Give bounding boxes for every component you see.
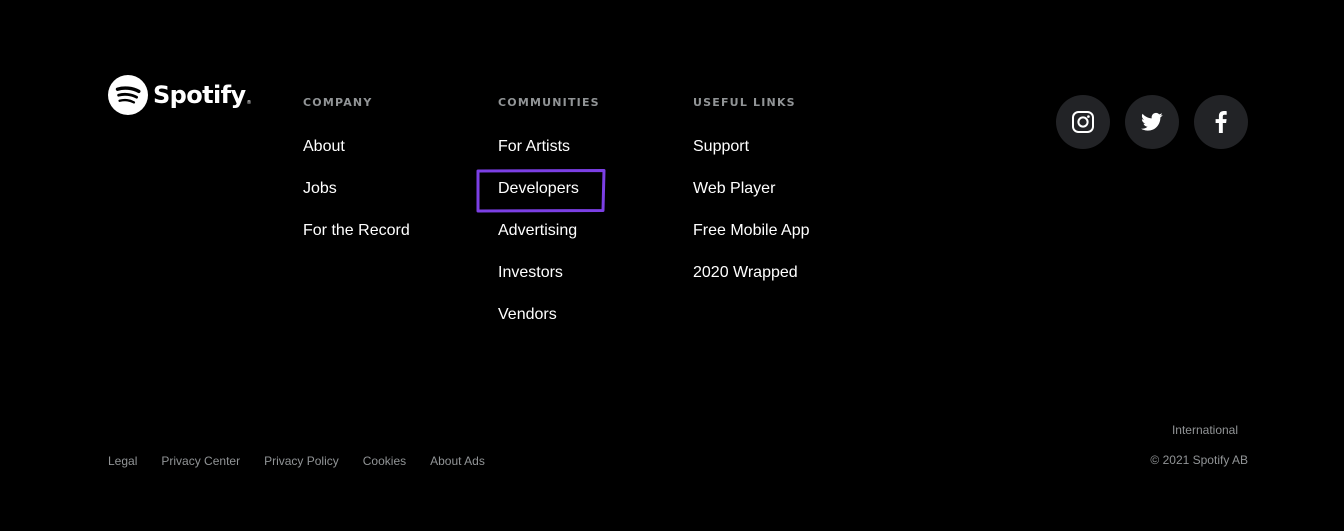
legal-links: Legal Privacy Center Privacy Policy Cook…: [108, 452, 509, 470]
useful-links-list: Support Web Player Free Mobile App 2020 …: [693, 137, 810, 305]
legal-link[interactable]: Legal: [108, 452, 137, 470]
country-selector-link[interactable]: International: [1172, 421, 1238, 439]
company-links: About Jobs For the Record: [303, 137, 410, 263]
free-mobile-app-link[interactable]: Free Mobile App: [693, 222, 810, 239]
vendors-link[interactable]: Vendors: [498, 306, 557, 323]
privacy-policy-link[interactable]: Privacy Policy: [264, 452, 339, 470]
company-heading: COMPANY: [303, 96, 373, 109]
communities-link-item: Advertising: [498, 221, 600, 263]
for-the-record-link[interactable]: For the Record: [303, 222, 410, 239]
privacy-center-link[interactable]: Privacy Center: [161, 452, 240, 470]
communities-link-item: Investors: [498, 263, 600, 305]
communities-heading: COMMUNITIES: [498, 96, 600, 109]
developers-link[interactable]: Developers: [498, 180, 579, 197]
about-link[interactable]: About: [303, 138, 345, 155]
twitter-button[interactable]: [1125, 95, 1179, 149]
twitter-icon: [1141, 112, 1163, 131]
for-artists-link[interactable]: For Artists: [498, 138, 570, 155]
useful-links-heading: USEFUL LINKS: [693, 96, 796, 109]
useful-link-item: Free Mobile App: [693, 221, 810, 263]
instagram-button[interactable]: [1056, 95, 1110, 149]
communities-links: For Artists Developers Advertising Inves…: [498, 137, 600, 347]
facebook-button[interactable]: [1194, 95, 1248, 149]
cookies-link[interactable]: Cookies: [363, 452, 406, 470]
company-column: COMPANY About Jobs For the Record: [303, 97, 410, 263]
communities-link-item: Vendors: [498, 305, 600, 347]
support-link[interactable]: Support: [693, 138, 749, 155]
company-link-item: Jobs: [303, 179, 410, 221]
spotify-logo-icon: [108, 75, 148, 115]
site-footer: Spotify® COMPANY About Jobs For the Reco…: [0, 0, 1344, 531]
communities-link-item: Developers: [498, 179, 600, 221]
useful-link-item: Support: [693, 137, 810, 179]
advertising-link[interactable]: Advertising: [498, 222, 577, 239]
investors-link[interactable]: Investors: [498, 264, 563, 281]
useful-links-column: USEFUL LINKS Support Web Player Free Mob…: [693, 97, 810, 305]
spotify-wordmark: Spotify®: [153, 81, 252, 109]
web-player-link[interactable]: Web Player: [693, 180, 775, 197]
instagram-icon: [1072, 111, 1094, 133]
wrapped-2020-link[interactable]: 2020 Wrapped: [693, 264, 798, 281]
useful-link-item: Web Player: [693, 179, 810, 221]
copyright-text: © 2021 Spotify AB: [1150, 453, 1248, 467]
company-link-item: For the Record: [303, 221, 410, 263]
jobs-link[interactable]: Jobs: [303, 180, 337, 197]
facebook-icon: [1215, 111, 1227, 133]
communities-link-item: For Artists: [498, 137, 600, 179]
company-link-item: About: [303, 137, 410, 179]
spotify-logo-link[interactable]: Spotify®: [108, 75, 252, 115]
about-ads-link[interactable]: About Ads: [430, 452, 485, 470]
useful-link-item: 2020 Wrapped: [693, 263, 810, 305]
communities-column: COMMUNITIES For Artists Developers Adver…: [498, 97, 600, 347]
